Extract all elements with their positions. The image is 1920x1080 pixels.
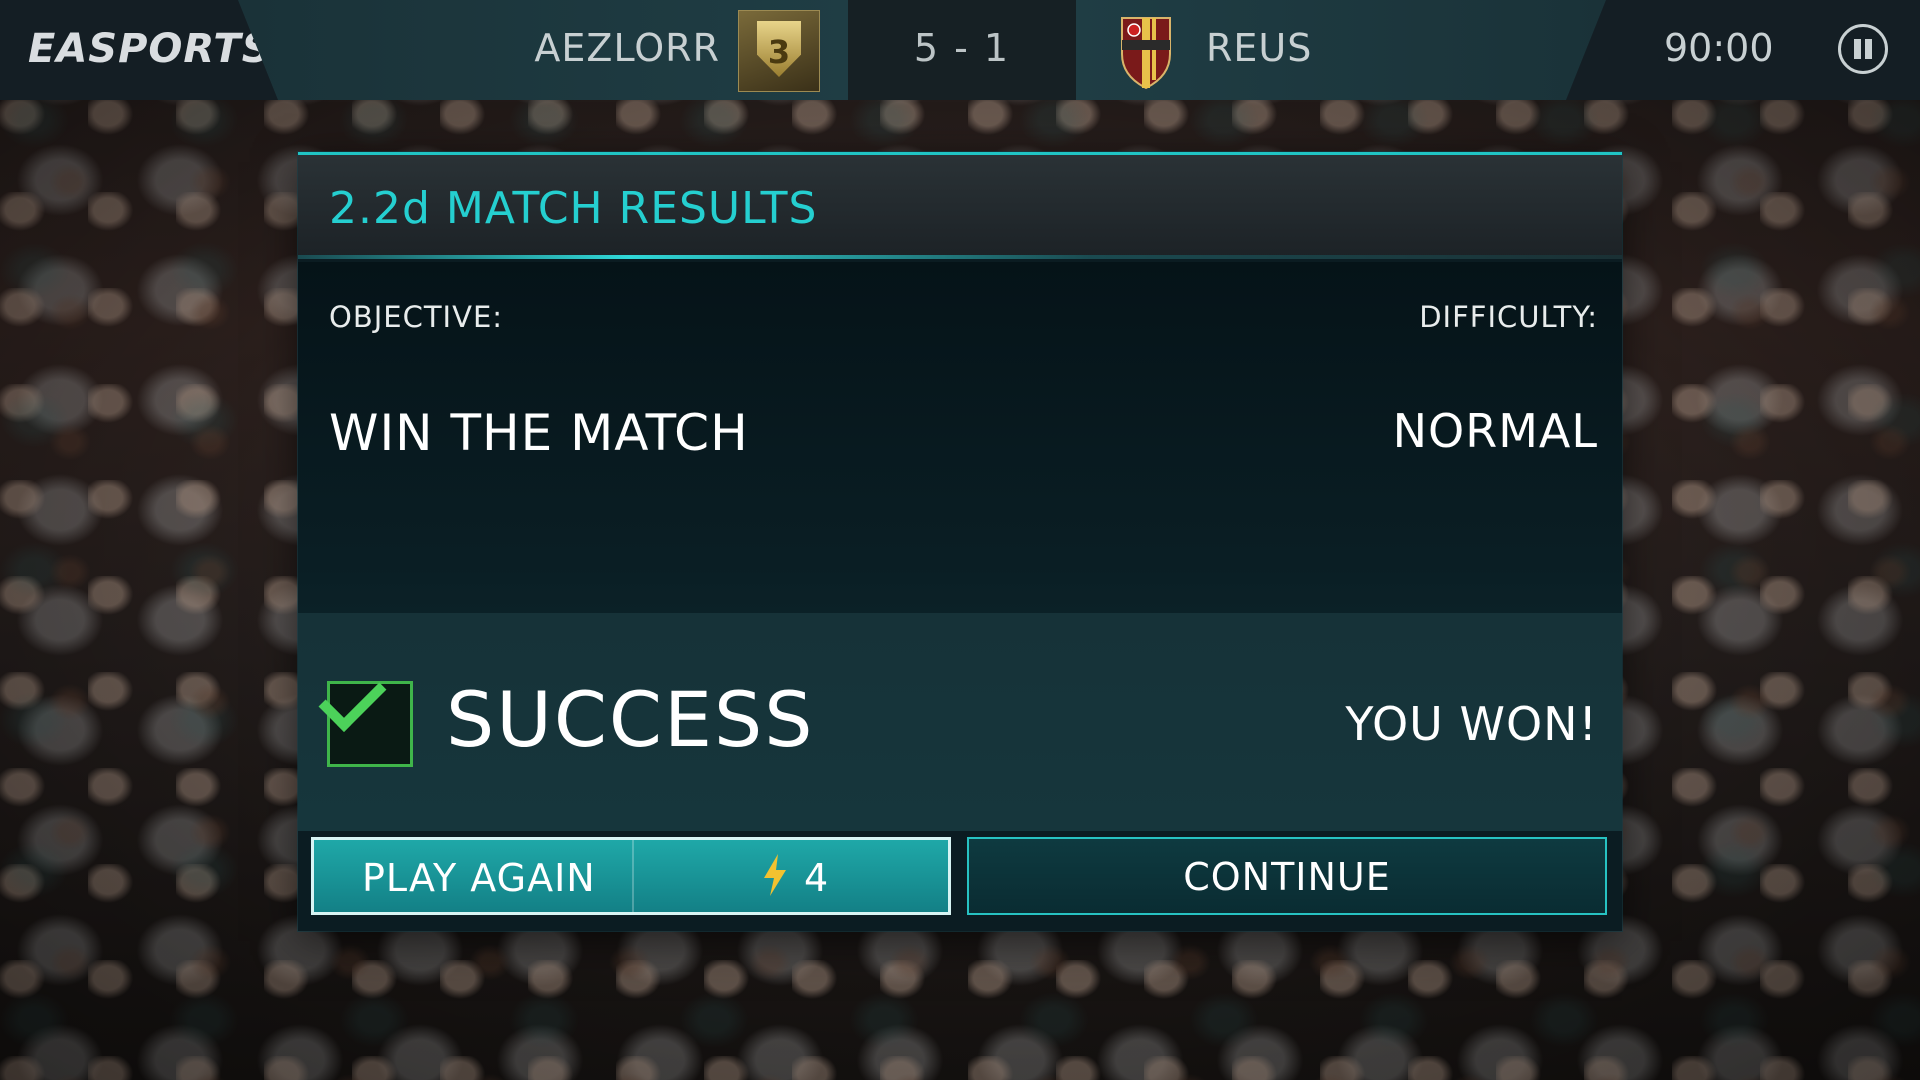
pause-icon (1854, 39, 1861, 59)
difficulty-label: DIFFICULTY: (1419, 300, 1598, 334)
continue-label: CONTINUE (1183, 855, 1391, 899)
success-checkbox (318, 664, 413, 767)
difficulty-value: NORMAL (1392, 404, 1598, 458)
dialog-title: 2.2d MATCH RESULTS (329, 183, 818, 234)
hud-time-panel: 90:00 (1566, 0, 1920, 100)
pause-button[interactable] (1838, 24, 1888, 74)
ea-sports-logo: EASPORTS (28, 26, 272, 72)
result-section: SUCCESS YOU WON! (298, 613, 1622, 831)
match-score: 5 - 1 (913, 26, 1011, 70)
objective-value: WIN THE MATCH (329, 404, 749, 462)
home-team-name: AEZLORR (534, 26, 720, 70)
play-again-label: PLAY AGAIN (362, 856, 596, 900)
play-again-button[interactable]: PLAY AGAIN 4 (311, 837, 951, 915)
energy-bolt-icon (764, 854, 786, 896)
hud-home-panel: AEZLORR 3 (238, 0, 848, 100)
objective-label: OBJECTIVE: (329, 300, 504, 334)
dialog-header: 2.2d MATCH RESULTS (298, 155, 1622, 259)
badge-level: 3 (767, 33, 791, 71)
match-hud: EASPORTS AEZLORR 3 5 - 1 REUS 90:00 (0, 0, 1920, 100)
hud-away-panel: REUS (1076, 0, 1616, 100)
button-divider (632, 840, 634, 912)
energy-cost: 4 (804, 856, 829, 900)
result-status: SUCCESS (446, 675, 815, 764)
pause-icon (1865, 39, 1872, 59)
continue-button[interactable]: CONTINUE (967, 837, 1607, 915)
hud-brand-panel: EASPORTS (0, 0, 280, 100)
match-results-dialog: 2.2d MATCH RESULTS OBJECTIVE: DIFFICULTY… (298, 152, 1622, 931)
checkmark-icon (318, 664, 387, 732)
result-message: YOU WON! (1345, 697, 1598, 751)
scoreboard: 5 - 1 (848, 0, 1076, 100)
home-team-badge: 3 (738, 10, 820, 92)
away-team-crest-icon (1121, 17, 1171, 90)
away-team-name: REUS (1206, 26, 1313, 70)
match-timer: 90:00 (1664, 26, 1774, 70)
